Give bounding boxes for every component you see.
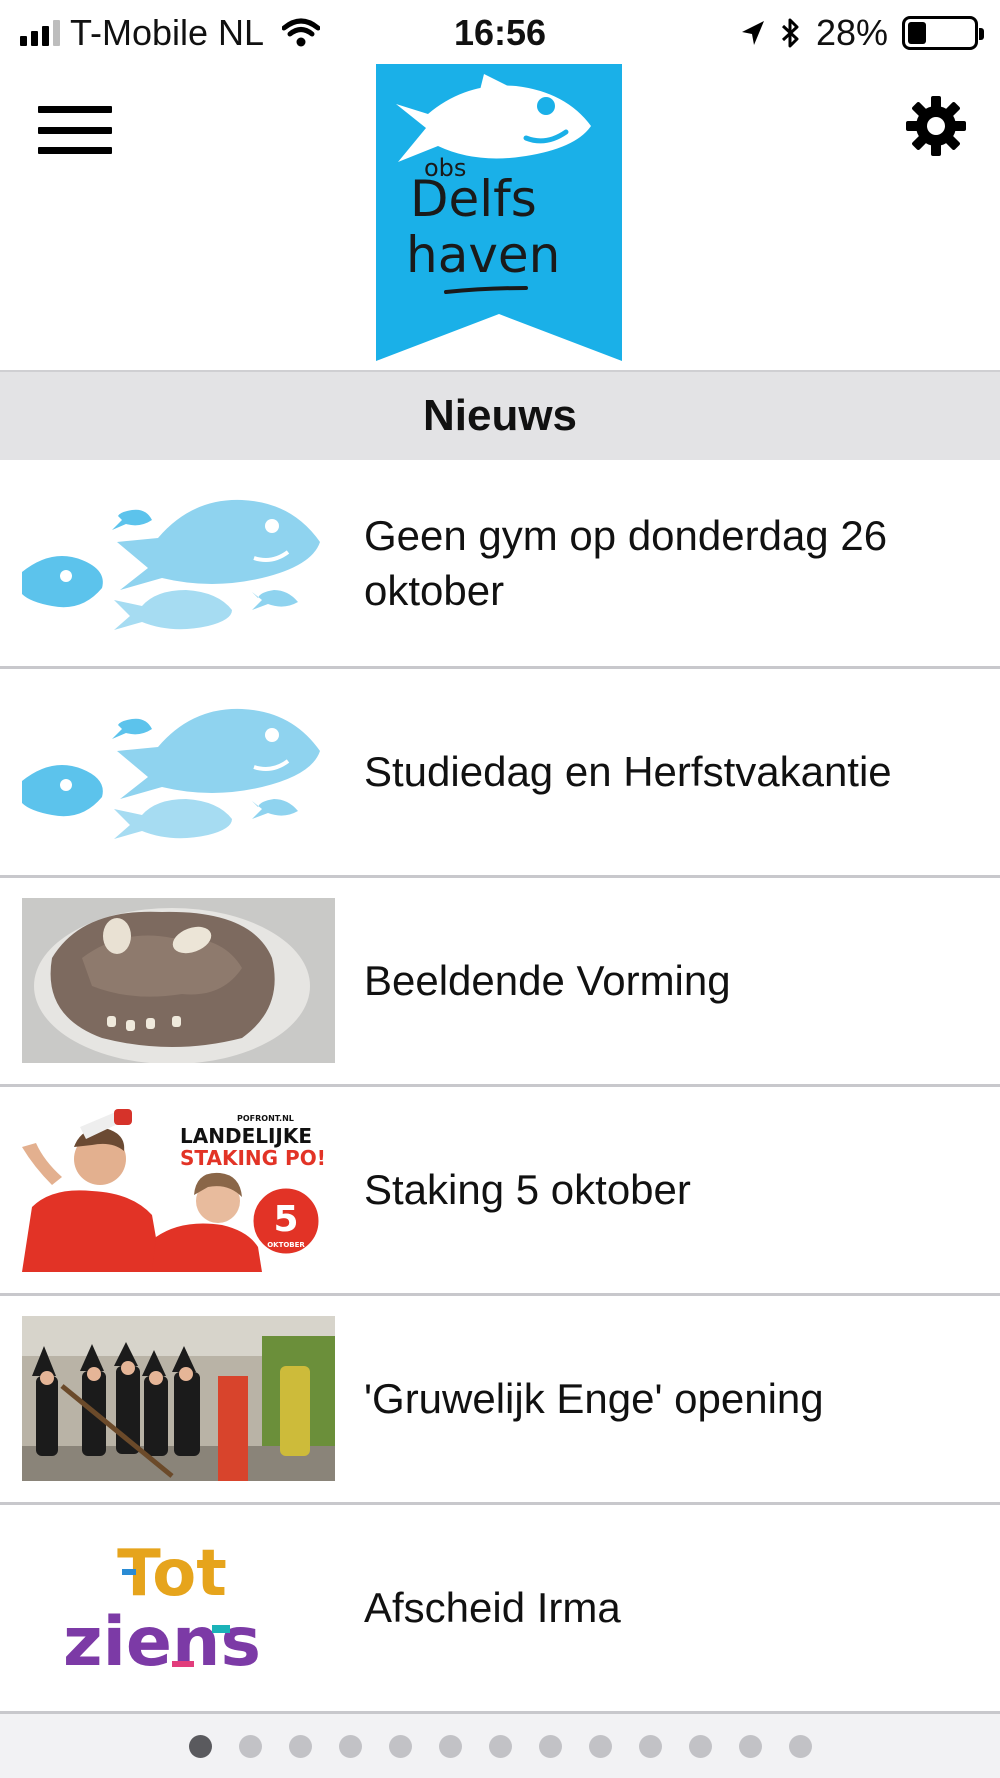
hamburger-menu-icon[interactable] bbox=[38, 100, 112, 160]
page-dot-10[interactable] bbox=[638, 1734, 662, 1758]
page-dot-6[interactable] bbox=[438, 1734, 462, 1758]
svg-text:5: 5 bbox=[273, 1199, 298, 1240]
page-dot-1[interactable] bbox=[188, 1734, 212, 1758]
news-title: Staking 5 oktober bbox=[364, 1166, 691, 1214]
news-thumbnail-clay-sculpture bbox=[22, 898, 335, 1063]
section-title: Nieuws bbox=[422, 391, 578, 440]
app-header: obs Delfs haven bbox=[0, 62, 1000, 372]
page-indicator bbox=[0, 1714, 1000, 1778]
news-title: Beeldende Vorming bbox=[364, 957, 731, 1005]
news-thumbnail-strike-poster: POFRONT.NL LANDELIJKE STAKING PO! 5 OKTO… bbox=[22, 1107, 335, 1272]
news-list: Geen gym op donderdag 26 oktober Studied… bbox=[0, 460, 1000, 1714]
page-dot-9[interactable] bbox=[588, 1734, 612, 1758]
news-title: 'Gruwelijk Enge' opening bbox=[364, 1375, 824, 1423]
news-item-6[interactable]: Tot ziens Afscheid Irma bbox=[0, 1505, 1000, 1714]
news-thumbnail-costume-photo bbox=[22, 1316, 335, 1481]
news-item-4[interactable]: POFRONT.NL LANDELIJKE STAKING PO! 5 OKTO… bbox=[0, 1087, 1000, 1296]
page-dot-8[interactable] bbox=[538, 1734, 562, 1758]
svg-text:POFRONT.NL: POFRONT.NL bbox=[237, 1114, 294, 1123]
battery-fill bbox=[908, 22, 926, 44]
news-item-2[interactable]: Studiedag en Herfstvakantie bbox=[0, 669, 1000, 878]
gear-icon[interactable] bbox=[904, 94, 968, 158]
battery-percent: 28% bbox=[815, 12, 888, 53]
svg-text:STAKING PO!: STAKING PO! bbox=[180, 1146, 326, 1170]
page-dot-12[interactable] bbox=[738, 1734, 762, 1758]
page-dot-7[interactable] bbox=[488, 1734, 512, 1758]
news-title: Afscheid Irma bbox=[364, 1584, 621, 1632]
page-dot-4[interactable] bbox=[338, 1734, 362, 1758]
news-thumbnail-fish-pattern bbox=[22, 689, 335, 854]
status-right: 28% bbox=[740, 12, 984, 54]
news-item-1[interactable]: Geen gym op donderdag 26 oktober bbox=[0, 460, 1000, 669]
news-item-5[interactable]: 'Gruwelijk Enge' opening bbox=[0, 1296, 1000, 1505]
news-thumbnail-tot-ziens: Tot ziens bbox=[22, 1525, 335, 1690]
news-thumbnail-fish-pattern bbox=[22, 480, 335, 645]
status-bar: T-Mobile NL 16:56 28% bbox=[0, 0, 1000, 70]
news-title: Studiedag en Herfstvakantie bbox=[364, 748, 892, 796]
svg-text:haven: haven bbox=[406, 226, 560, 284]
location-arrow-icon bbox=[741, 21, 764, 45]
school-logo: obs Delfs haven bbox=[376, 64, 622, 361]
page-dot-3[interactable] bbox=[288, 1734, 312, 1758]
svg-text:LANDELIJKE: LANDELIJKE bbox=[180, 1124, 312, 1148]
svg-text:OKTOBER: OKTOBER bbox=[267, 1241, 305, 1249]
page-dot-5[interactable] bbox=[388, 1734, 412, 1758]
svg-text:ziens: ziens bbox=[63, 1603, 261, 1682]
section-header: Nieuws bbox=[0, 370, 1000, 460]
page-dot-2[interactable] bbox=[238, 1734, 262, 1758]
bluetooth-icon bbox=[781, 18, 799, 48]
page-dot-13[interactable] bbox=[788, 1734, 812, 1758]
page-dot-11[interactable] bbox=[688, 1734, 712, 1758]
svg-text:Delfs: Delfs bbox=[410, 170, 537, 228]
news-title: Geen gym op donderdag 26 oktober bbox=[364, 511, 888, 614]
news-item-3[interactable]: Beeldende Vorming bbox=[0, 878, 1000, 1087]
battery-icon bbox=[902, 16, 984, 50]
